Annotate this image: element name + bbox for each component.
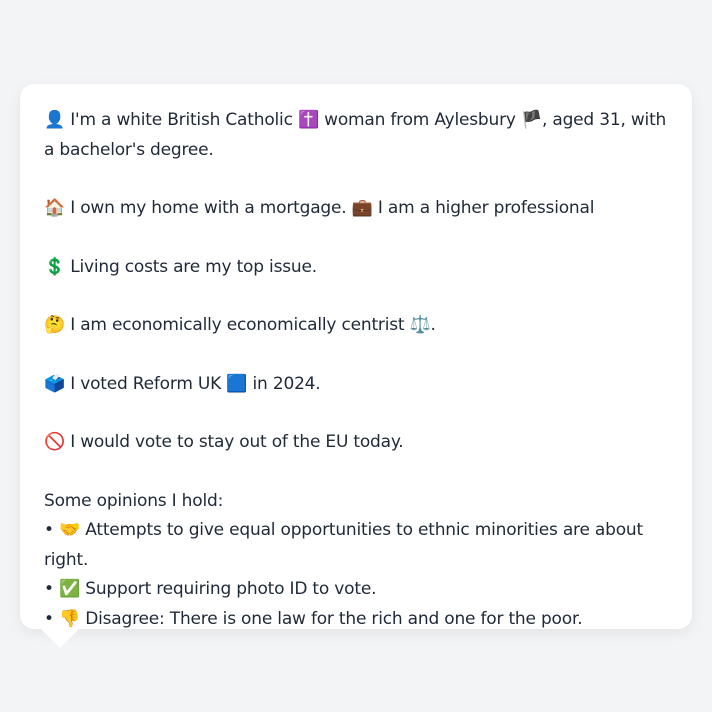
house-icon: 🏠 [44,198,65,218]
economics-line: 🤔 I am economically economically centris… [44,311,672,341]
blue-square-icon: 🟦 [226,373,248,394]
handshake-icon: 🤝 [59,520,81,540]
thinking-face-icon: 🤔 [44,315,65,335]
bubble-tail [40,628,80,648]
vote-line: 🗳️ I voted Reform UK 🟦 in 2024. [44,370,672,400]
economics-trail: . [430,315,436,335]
briefcase-icon: 💼 [351,198,373,218]
identity-text-before: I'm a white British Catholic [70,110,293,130]
issue-line: 💲 Living costs are my top issue. [44,253,672,283]
eu-text: I would vote to stay out of the EU today… [70,432,404,452]
person-silhouette-icon: 👤 [44,110,65,130]
issue-text: Living costs are my top issue. [70,256,317,277]
bullet-glyph: • [44,579,54,599]
ballot-box-icon: 🗳️ [44,373,65,394]
vote-text-before: I voted Reform UK [70,373,222,394]
bullet-glyph: • [44,520,54,540]
bullet-glyph: • [44,608,54,629]
opinion-item: • 👎 Disagree: There is one law for the r… [44,605,672,635]
economics-text: I am economically economically centrist [70,315,405,335]
work-text: I am a higher professional [377,198,595,218]
thumbs-down-icon: 👎 [59,608,81,629]
eu-line: 🚫 I would vote to stay out of the EU tod… [44,428,672,458]
check-mark-icon: ✅ [59,579,81,599]
vote-text-after: in 2024. [252,373,321,394]
profile-message-bubble: 👤 I'm a white British Catholic ✝️ woman … [20,84,692,629]
opinion-item: • ✅ Support requiring photo ID to vote. [44,575,672,605]
identity-text-middle: woman from Aylesbury [324,110,516,130]
prohibited-icon: 🚫 [44,432,65,452]
opinions-heading: Some opinions I hold: [44,490,224,511]
latin-cross-icon: ✝️ [297,110,319,130]
home-line: 🏠 I own my home with a mortgage. 💼 I am … [44,194,672,224]
opinion-text: Disagree: There is one law for the rich … [85,608,583,629]
home-text: I own my home with a mortgage. [70,198,347,218]
opinion-item: • 🤝 Attempts to give equal opportunities… [44,516,672,575]
balance-scale-icon: ⚖️ [409,315,431,335]
identity-line: 👤 I'm a white British Catholic ✝️ woman … [44,106,672,165]
dollar-sign-icon: 💲 [44,256,65,277]
opinion-text: Support requiring photo ID to vote. [85,579,377,599]
opinion-text: Attempts to give equal opportunities to … [44,520,643,570]
england-flag-icon: 🏴 [520,110,542,130]
